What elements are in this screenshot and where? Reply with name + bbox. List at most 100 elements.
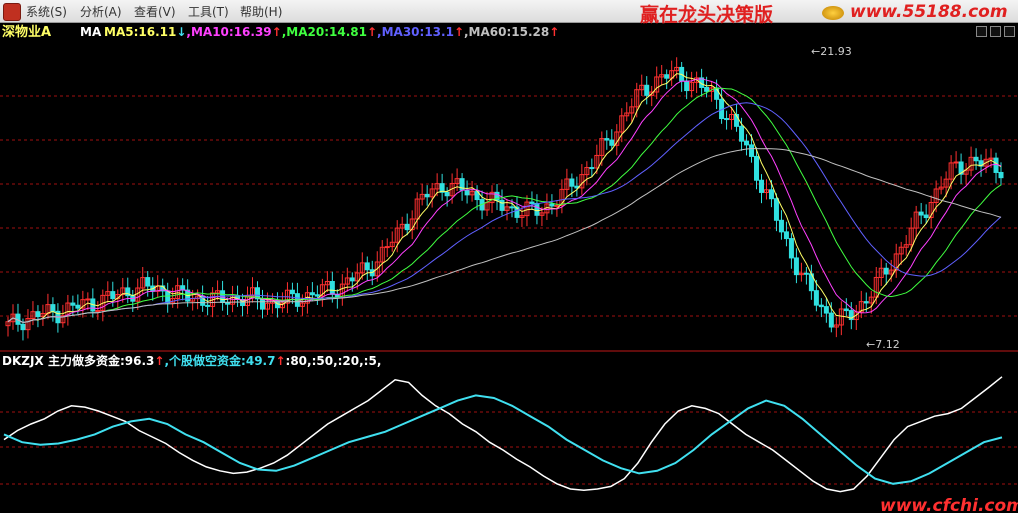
candle-body [993,157,999,173]
menu-tools[interactable]: 工具(T) [188,3,229,20]
candle-body [145,277,151,287]
candle-body [499,199,505,211]
candle-body [609,139,615,146]
candle-body [404,223,410,231]
candle-body [259,298,265,310]
ma-legend-item: ,MA20:14.81 [282,25,367,39]
sub-indicator-name: DKZJX [2,354,44,368]
sub-lines [3,376,1003,493]
candle-body [863,301,869,304]
sub-legend-item: 主力做多资金:96.3 [48,353,154,368]
candle-body [754,155,759,181]
ma-legend-arrow: ↑ [454,25,464,39]
sub-grid [0,411,1018,485]
candle-body [95,310,101,313]
candle-body [918,211,924,216]
sub-legend-suffix: :80,:50,:20,:5, [286,354,382,368]
candle-body [589,167,595,170]
site-url[interactable]: www.55188.com [850,2,1008,22]
candle-body [749,144,755,157]
sub-series-line [3,376,1003,493]
ma-legend-item: ,MA10:16.39 [186,25,271,39]
candle-body [554,204,560,207]
candle-body [773,198,779,221]
candle-body [444,191,450,197]
candle-body [998,171,1004,179]
candle-body [50,304,56,312]
candle-body [758,179,764,193]
ma-legend-arrow: ↓ [176,25,186,39]
menu-system[interactable]: 系统(S) [26,3,67,20]
stock-name: 深物业A [2,24,51,40]
candle-body [309,292,315,296]
sub-legend: 主力做多资金:96.3↑,个股做空资金:49.7↑:80,:50,:20,:5, [48,353,381,368]
candle-body [644,84,650,96]
menu-bar: 系统(S) 分析(A) 查看(V) 工具(T) 帮助(H) 赢在龙头决策版 ww… [0,0,1018,26]
candle-body [329,281,335,295]
app-icon[interactable] [3,3,21,21]
candle-body [70,302,76,306]
candle-body [534,202,540,216]
menu-help[interactable]: 帮助(H) [240,3,282,20]
ma-legend-arrow: ↑ [549,25,559,39]
candle-body [424,193,430,198]
candle-body [604,138,610,141]
candle-body [225,301,231,305]
ma60-line [7,148,1002,323]
candle-body [768,189,774,200]
sub-legend-item: ,个股做空资金:49.7 [164,353,275,368]
candle-body [549,203,555,207]
ma-lines [7,73,1002,323]
candle-body [384,246,390,249]
high-price-label: ←21.93 [811,45,852,58]
candle-body [739,125,745,142]
candle-body [664,74,670,79]
ma-legend: MA5:16.11↓,MA10:16.39↑,MA20:14.81↑,MA30:… [104,25,559,39]
candle-body [883,267,889,275]
candle-body [75,304,81,309]
low-price-label: ←7.12 [866,338,900,351]
menu-view[interactable]: 查看(V) [134,3,176,20]
candle-body [464,189,470,196]
candle-body [110,291,116,300]
candle-body [744,140,750,146]
candle-body [85,298,91,301]
candle-body [509,206,515,209]
ma-legend-arrow: ↑ [367,25,377,39]
candle-body [803,272,809,275]
candle-body [953,161,959,164]
ma-legend-item: ,MA30:13.1 [377,25,454,39]
candle-body [314,294,320,297]
candle-body [818,304,824,308]
menu-analysis[interactable]: 分析(A) [80,3,122,20]
ma-legend-item: MA5:16.11 [104,25,176,39]
candle-body [364,262,370,271]
candle-body [778,219,784,233]
candle-body [783,231,789,240]
stock-chart[interactable]: 深物业A MA MA5:16.11↓,MA10:16.39↑,MA20:14.8… [0,22,1018,513]
candle-body [704,86,710,92]
candle-body [973,156,979,162]
sub-legend-arrow: ↑ [154,354,164,368]
candle-body [289,289,295,295]
candle-body [165,290,171,304]
ma30-line [7,102,1002,323]
sub-legend-arrow: ↑ [275,354,285,368]
candle-body [205,304,211,307]
site-logo-icon [822,6,844,20]
ma-legend-item: ,MA60:15.28 [464,25,549,39]
candle-body [793,257,799,276]
candle-body [813,290,819,306]
candle-body [569,178,575,187]
candle-body [923,214,929,219]
candle-body [788,238,794,259]
candle-body [20,323,26,331]
candle-body [724,118,730,121]
candle-body [823,306,829,314]
sub-series-line [3,394,1003,485]
watermark: www.cfchi.com [880,496,1018,513]
candle-body [843,308,849,312]
ma-indicator-name: MA [80,25,102,39]
ma-legend-arrow: ↑ [272,25,282,39]
candle-body [349,277,355,282]
